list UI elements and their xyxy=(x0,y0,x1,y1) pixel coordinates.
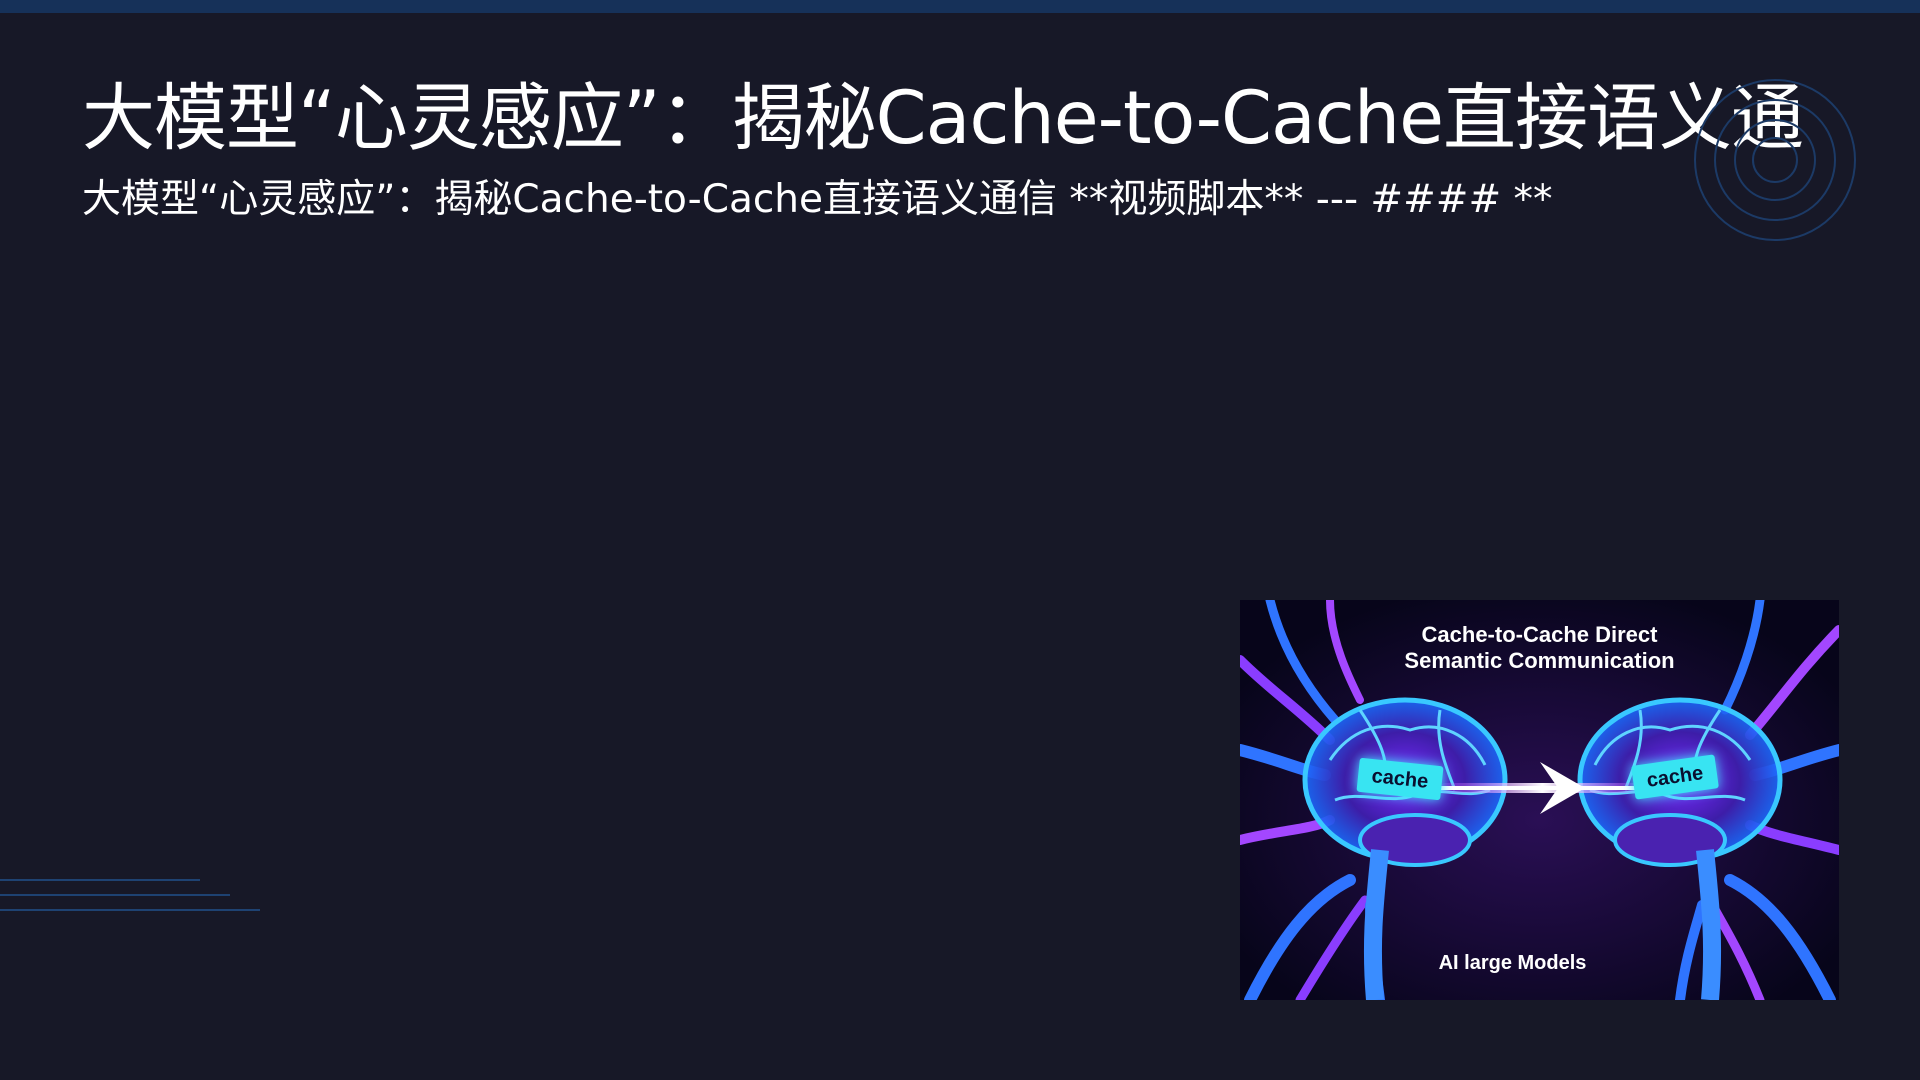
slide-subtitle: 大模型“心灵感应”：揭秘Cache-to-Cache直接语义通信 **视频脚本*… xyxy=(82,177,1553,222)
concentric-rings-decoration xyxy=(1694,79,1856,241)
presentation-slide: 大模型“心灵感应”：揭秘Cache-to-Cache直接语义通 大模型“心灵感应… xyxy=(0,0,1920,1080)
brain-communication-illustration: Cache-to-Cache Direct Semantic Communica… xyxy=(1240,600,1839,1000)
top-accent-bar xyxy=(0,0,1920,13)
slide-title: 大模型“心灵感应”：揭秘Cache-to-Cache直接语义通 xyxy=(82,76,1804,161)
figure-title-line1: Cache-to-Cache Direct xyxy=(1421,622,1658,647)
figure-title-line2: Semantic Communication xyxy=(1404,648,1675,673)
horizontal-lines-decoration xyxy=(0,879,260,911)
figure-caption: AI large Models xyxy=(1438,952,1587,974)
